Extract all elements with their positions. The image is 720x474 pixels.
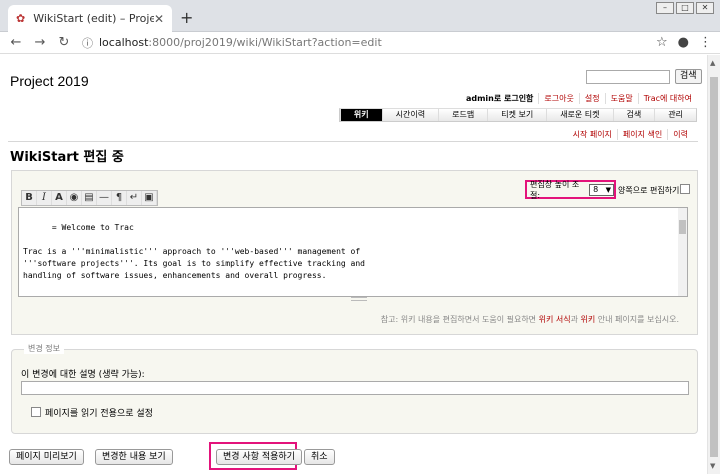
side-by-side-checkbox[interactable] — [680, 184, 690, 194]
new-tab-button[interactable]: + — [180, 8, 193, 27]
window-controls: – □ ✕ — [656, 2, 714, 14]
editor-help-hint: 참고: 위키 내용을 편집하면서 도움이 필요하면 위키 서식과 위키 안내 페… — [380, 315, 679, 324]
about-trac-link[interactable]: Trac에 대하여 — [637, 93, 697, 104]
help-link[interactable]: 도움말 — [604, 93, 638, 104]
context-navigation: 시작 페이지 페이지 색인 이력 — [568, 129, 693, 140]
url-host: localhost — [99, 36, 149, 49]
readonly-checkbox[interactable] — [31, 407, 41, 417]
nav-search[interactable]: 검색 — [612, 109, 655, 121]
logout-link[interactable]: 로그아웃 — [538, 93, 578, 104]
code-block-icon[interactable]: ▤ — [82, 191, 97, 205]
bold-icon[interactable]: B — [22, 191, 37, 205]
browser-tab[interactable]: ✿ WikiStart (edit) – Project 2019 ✕ — [8, 5, 172, 32]
scroll-down-icon[interactable]: ▼ — [710, 462, 715, 470]
rows-label: 편집창 높이 조절: — [530, 179, 580, 200]
scroll-up-icon[interactable]: ▲ — [710, 59, 715, 67]
meta-navigation: admin로 로그인함 로그아웃 설정 도움말 Trac에 대하여 — [461, 93, 697, 104]
submit-changes-button[interactable]: 변경 사항 적용하기 — [216, 449, 302, 465]
preview-page-button[interactable]: 페이지 미리보기 — [9, 449, 84, 465]
heading-icon[interactable]: A — [52, 191, 67, 205]
page-title: WikiStart 편집 중 — [10, 150, 124, 165]
change-info-legend: 변경 정보 — [24, 343, 64, 354]
nav-new-ticket[interactable]: 새로운 티켓 — [546, 109, 613, 121]
search-input[interactable] — [586, 70, 670, 84]
maximize-icon[interactable]: □ — [676, 2, 694, 14]
menu-kebab-icon[interactable]: ⋮ — [699, 35, 712, 50]
back-arrow-icon[interactable]: ← — [4, 35, 28, 50]
link-icon[interactable]: ◉ — [67, 191, 82, 205]
comment-label: 이 변경에 대한 설명 (생략 가능): — [21, 370, 145, 380]
main-navigation: 위키 시간이력 로드맵 티켓 보기 새로운 티켓 검색 관리 — [338, 108, 697, 122]
close-window-icon[interactable]: ✕ — [696, 2, 714, 14]
profile-avatar-icon[interactable]: ● — [678, 35, 689, 50]
editor-scrollbar[interactable] — [678, 208, 687, 296]
browser-tab-bar: ✿ WikiStart (edit) – Project 2019 ✕ + – … — [0, 0, 720, 32]
wiki-toolbar: B I A ◉ ▤ — ¶ ↵ ▣ — [21, 190, 158, 206]
history-link[interactable]: 이력 — [667, 129, 693, 140]
reload-icon[interactable]: ↻ — [52, 35, 76, 50]
logged-in-user: admin로 로그인함 — [465, 94, 534, 103]
nav-admin[interactable]: 관리 — [654, 109, 696, 121]
nav-wiki[interactable]: 위키 — [339, 109, 382, 121]
browser-nav-bar: ← → ↻ ⓘ localhost:8000/proj2019/wiki/Wik… — [0, 32, 720, 54]
tab-title: WikiStart (edit) – Project 2019 — [33, 12, 154, 25]
project-title[interactable]: Project 2019 — [10, 73, 89, 89]
editor-rows-control: 편집창 높이 조절: 8 ▼ — [525, 179, 616, 200]
wiki-editor-box: B I A ◉ ▤ — ¶ ↵ ▣ 편집창 높이 조절: 8 ▼ 양쪽으로 편집… — [11, 170, 698, 335]
horizontal-rule-icon[interactable]: — — [97, 191, 112, 205]
nav-timeline[interactable]: 시간이력 — [381, 109, 439, 121]
line-break-icon[interactable]: ↵ — [127, 191, 142, 205]
bookmark-star-icon[interactable]: ☆ — [656, 35, 668, 50]
forward-arrow-icon[interactable]: → — [28, 35, 52, 50]
resize-grip[interactable] — [351, 297, 367, 301]
chevron-down-icon: ▼ — [605, 185, 611, 194]
scrollbar-thumb[interactable] — [710, 77, 718, 457]
trac-page: Project 2019 검색 admin로 로그인함 로그아웃 설정 도움말 … — [0, 55, 707, 474]
image-icon[interactable]: ▣ — [142, 191, 157, 205]
start-page-link[interactable]: 시작 페이지 — [568, 129, 617, 140]
wiki-text-editor[interactable]: = Welcome to Trac Trac is a '''minimalis… — [18, 207, 688, 297]
italic-icon[interactable]: I — [37, 191, 52, 205]
rows-select[interactable]: 8 ▼ — [589, 183, 614, 196]
preferences-link[interactable]: 설정 — [578, 93, 605, 104]
address-bar[interactable]: ⓘ localhost:8000/proj2019/wiki/WikiStart… — [82, 34, 656, 52]
divider — [8, 141, 698, 142]
nav-roadmap[interactable]: 로드맵 — [438, 109, 488, 121]
submit-highlight: 변경 사항 적용하기 — [209, 442, 302, 470]
search-button[interactable]: 검색 — [675, 69, 702, 84]
wiki-formatting-link[interactable]: 위키 서식 — [539, 315, 571, 324]
url-path: :8000/proj2019/wiki/WikiStart?action=edi… — [148, 36, 382, 49]
tab-close-icon[interactable]: ✕ — [154, 12, 164, 26]
readonly-label: 페이지를 읽기 전용으로 설정 — [45, 409, 153, 419]
comment-input[interactable] — [21, 381, 689, 395]
rows-value: 8 — [593, 184, 599, 194]
trac-favicon-icon: ✿ — [16, 12, 26, 25]
cancel-button[interactable]: 취소 — [304, 449, 335, 465]
minimize-icon[interactable]: – — [656, 2, 674, 14]
review-changes-button[interactable]: 변경한 내용 보기 — [95, 449, 173, 465]
page-index-link[interactable]: 페이지 색인 — [616, 129, 667, 140]
site-info-icon[interactable]: ⓘ — [82, 35, 93, 51]
wiki-text-content: = Welcome to Trac Trac is a '''minimalis… — [23, 223, 365, 296]
wiki-link[interactable]: 위키 — [580, 315, 595, 324]
nav-view-tickets[interactable]: 티켓 보기 — [487, 109, 547, 121]
page-scrollbar[interactable]: ▲ ▼ — [707, 55, 720, 474]
change-info-fieldset: 변경 정보 이 변경에 대한 설명 (생략 가능): 페이지를 읽기 전용으로 … — [11, 343, 698, 434]
paragraph-icon[interactable]: ¶ — [112, 191, 127, 205]
browser-actions: ☆ ● ⋮ — [656, 35, 712, 50]
side-by-side-label: 양쪽으로 편집하기 — [618, 186, 680, 195]
